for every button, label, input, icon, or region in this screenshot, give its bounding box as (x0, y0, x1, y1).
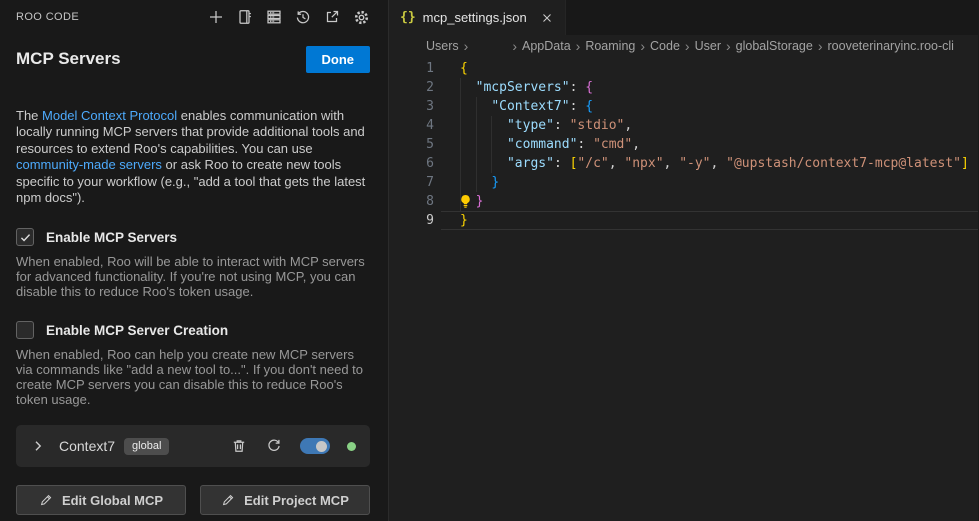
plus-icon[interactable] (207, 8, 225, 26)
code-line[interactable]: 1{ (389, 59, 978, 78)
line-number: 6 (389, 154, 434, 173)
tab-mcp-settings-json[interactable]: {} mcp_settings.json (389, 0, 566, 35)
mcp-server-row-context7[interactable]: Context7 global (16, 425, 370, 467)
server-enabled-toggle[interactable] (300, 438, 330, 454)
code-line[interactable]: 9} (389, 211, 978, 230)
chevron-right-icon: › (726, 39, 731, 53)
gear-icon[interactable] (352, 8, 370, 26)
toggle-knob (316, 441, 327, 452)
chevron-right-icon: › (576, 39, 581, 53)
enable-mcp-servers-label: Enable MCP Servers (46, 230, 177, 245)
code-line[interactable]: 5 "command": "cmd", (389, 135, 978, 154)
intro-segment: The (16, 108, 42, 123)
trash-icon[interactable] (230, 437, 248, 455)
code-line[interactable]: 7 } (389, 173, 978, 192)
server-status-dot (347, 442, 356, 451)
roo-code-sidebar: ROO CODE (0, 0, 388, 521)
checkbox-icon[interactable] (16, 228, 34, 246)
mcp-edit-buttons: Edit Global MCP Edit Project MCP (16, 485, 370, 515)
code-line[interactable]: 4 "type": "stdio", (389, 116, 978, 135)
code-line[interactable]: 8 } (389, 192, 978, 211)
code-line[interactable]: 6 "args": ["/c", "npx", "-y", "@upstash/… (389, 154, 978, 173)
restart-icon[interactable] (265, 437, 283, 455)
line-number: 5 (389, 135, 434, 154)
notebook-icon[interactable] (236, 8, 254, 26)
breadcrumb-item[interactable]: Users (426, 39, 459, 53)
line-number: 2 (389, 78, 434, 97)
breadcrumb-item[interactable]: User (695, 39, 721, 53)
sidebar-header: ROO CODE (16, 0, 370, 34)
json-file-icon: {} (400, 10, 416, 25)
server-name: Context7 (59, 438, 115, 454)
lightbulb-icon[interactable] (459, 194, 473, 209)
edit-project-mcp-label: Edit Project MCP (244, 493, 349, 508)
editor-pane: {} mcp_settings.json Users › › AppData › Roam… (388, 0, 978, 521)
breadcrumb-item[interactable]: AppData (522, 39, 571, 53)
line-number: 3 (389, 97, 434, 116)
editor-tab-bar: {} mcp_settings.json (389, 0, 978, 35)
enable-mcp-server-creation-description: When enabled, Roo can help you create ne… (16, 347, 370, 407)
breadcrumb-item[interactable]: rooveterinaryinc.roo-cli (828, 39, 954, 53)
server-scope-badge: global (124, 438, 169, 455)
code-line[interactable]: 2 "mcpServers": { (389, 78, 978, 97)
line-number: 7 (389, 173, 434, 192)
code-line[interactable]: 3 "Context7": { (389, 97, 978, 116)
code-editor[interactable]: 1{2 "mcpServers": {3 "Context7": {4 "typ… (389, 57, 978, 521)
line-number: 4 (389, 116, 434, 135)
extension-title: ROO CODE (16, 11, 79, 23)
community-made-servers-link[interactable]: community-made servers (16, 157, 162, 172)
chevron-right-icon: › (464, 39, 469, 53)
breadcrumb: Users › › AppData › Roaming › Code › User › globalS… (389, 35, 978, 57)
checkbox-icon[interactable] (16, 321, 34, 339)
tab-filename: mcp_settings.json (423, 10, 527, 25)
done-button[interactable]: Done (306, 46, 371, 73)
chevron-right-icon: › (512, 39, 517, 53)
enable-mcp-servers-description: When enabled, Roo will be able to intera… (16, 254, 370, 299)
enable-mcp-server-creation-checkbox[interactable]: Enable MCP Server Creation (16, 321, 370, 339)
history-icon[interactable] (294, 8, 312, 26)
sidebar-header-icons (207, 8, 370, 26)
edit-global-mcp-label: Edit Global MCP (62, 493, 163, 508)
intro-text: The Model Context Protocol enables commu… (16, 108, 370, 206)
edit-global-mcp-button[interactable]: Edit Global MCP (16, 485, 186, 515)
close-icon[interactable] (540, 11, 554, 25)
chevron-right-icon: › (640, 39, 645, 53)
code-lines: 1{2 "mcpServers": {3 "Context7": {4 "typ… (389, 59, 978, 230)
model-context-protocol-link[interactable]: Model Context Protocol (42, 108, 177, 123)
breadcrumb-item[interactable]: Code (650, 39, 680, 53)
chevron-right-icon: › (818, 39, 823, 53)
server-actions (230, 437, 356, 455)
chevron-right-icon[interactable] (30, 438, 46, 454)
line-number: 8 (389, 192, 434, 211)
line-number: 9 (389, 211, 434, 230)
app-window: ROO CODE (0, 0, 979, 521)
edit-project-mcp-button[interactable]: Edit Project MCP (200, 485, 370, 515)
page-titlebar: MCP Servers Done (16, 44, 370, 74)
breadcrumb-item[interactable]: Roaming (585, 39, 635, 53)
server-stack-icon[interactable] (265, 8, 283, 26)
open-external-icon[interactable] (323, 8, 341, 26)
chevron-right-icon: › (685, 39, 690, 53)
page-title: MCP Servers (16, 49, 121, 69)
breadcrumb-item[interactable]: globalStorage (736, 39, 813, 53)
line-number: 1 (389, 59, 434, 78)
enable-mcp-server-creation-label: Enable MCP Server Creation (46, 323, 228, 338)
enable-mcp-servers-checkbox[interactable]: Enable MCP Servers (16, 228, 370, 246)
